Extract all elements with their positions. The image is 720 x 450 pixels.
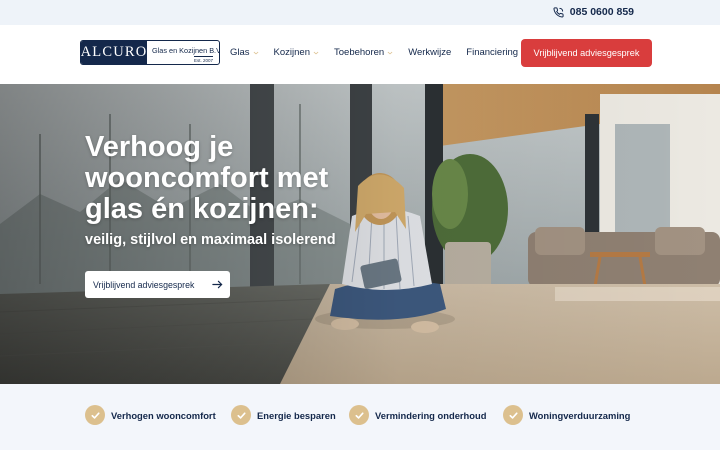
chevron-down-icon (313, 51, 319, 54)
hero-cta-button[interactable]: Vrijblijvend adviesgesprek (85, 271, 230, 298)
benefit-item: Woningverduurzaming (503, 405, 630, 425)
phone-number: 085 0600 859 (569, 6, 634, 18)
check-icon (349, 405, 369, 425)
nav-item-label: Toebehoren (334, 47, 385, 58)
nav-item-label: Kozijnen (273, 47, 310, 58)
nav-item-label: Financiering (466, 47, 519, 58)
nav-item-label: Werkwijze (408, 47, 452, 58)
logo-tagline: Glas en Kozijnen B.V. (152, 46, 220, 55)
logo[interactable]: ALCURO Glas en Kozijnen B.V. Est. 2007 (80, 40, 220, 65)
phone-link[interactable]: 085 0600 859 (553, 6, 634, 18)
main-nav: Glas Kozijnen Toebehoren Werkwijze Finan… (230, 47, 518, 58)
nav-item-label: Glas (230, 47, 250, 58)
benefit-item: Energie besparen (231, 405, 336, 425)
nav-item-toebehoren[interactable]: Toebehoren (334, 47, 393, 58)
nav-item-kozijnen[interactable]: Kozijnen (274, 47, 319, 58)
nav-item-glas[interactable]: Glas (230, 47, 259, 58)
top-bar: 085 0600 859 (0, 0, 720, 25)
logo-established: Est. 2007 (193, 56, 213, 63)
hero-section: Verhoog je wooncomfort met glas én kozij… (0, 84, 720, 384)
nav-item-werkwijze[interactable]: Werkwijze (408, 47, 451, 58)
benefit-label: Woningverduurzaming (529, 409, 631, 421)
advice-cta-button[interactable]: Vrijblijvend adviesgesprek (521, 39, 652, 67)
phone-icon (553, 6, 564, 18)
benefits-bar: Verhogen wooncomfort Energie besparen Ve… (0, 384, 720, 450)
hero-subtitle: veilig, stijlvol en maximaal isolerend (85, 232, 336, 248)
check-icon (85, 405, 105, 425)
benefit-label: Verhogen wooncomfort (111, 409, 216, 421)
site-header: ALCURO Glas en Kozijnen B.V. Est. 2007 G… (0, 25, 720, 84)
benefit-item: Verhogen wooncomfort (85, 405, 216, 425)
arrow-right-icon (212, 280, 223, 289)
chevron-down-icon (387, 51, 393, 54)
nav-item-financiering[interactable]: Financiering (466, 47, 518, 58)
check-icon (231, 405, 251, 425)
logo-subtitle: Glas en Kozijnen B.V. Est. 2007 (147, 41, 219, 64)
benefit-item: Vermindering onderhoud (349, 405, 486, 425)
logo-wordmark: ALCURO (81, 41, 147, 64)
benefit-label: Vermindering onderhoud (375, 409, 487, 421)
hero-cta-label: Vrijblijvend adviesgesprek (93, 279, 195, 290)
benefit-label: Energie besparen (257, 409, 336, 421)
hero-title: Verhoog je wooncomfort met glas én kozij… (85, 131, 329, 225)
check-icon (503, 405, 523, 425)
chevron-down-icon (253, 51, 258, 54)
